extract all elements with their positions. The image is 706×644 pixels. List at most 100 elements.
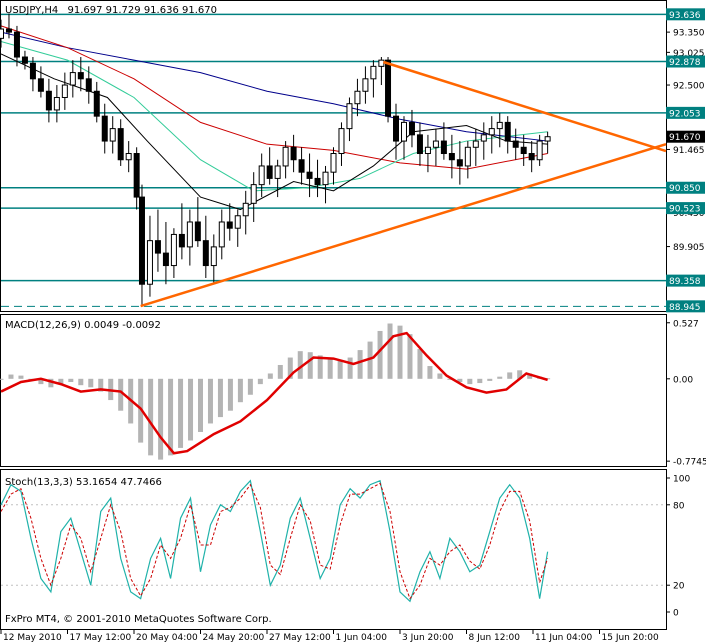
candle-body xyxy=(146,240,153,285)
axis-tick-label: -0.7745 xyxy=(673,458,706,468)
axis-tick-label: 0.00 xyxy=(673,375,693,385)
time-tick-label: 17 May 12:00 xyxy=(70,633,132,643)
level-label: 89.358 xyxy=(669,277,701,287)
candle-body xyxy=(346,103,353,130)
macd-bar xyxy=(377,330,383,379)
macd-bar xyxy=(247,378,253,395)
candle-body xyxy=(37,78,44,92)
candle-body xyxy=(162,252,169,267)
candle-body xyxy=(424,146,431,155)
macd-bar xyxy=(437,373,443,379)
candle-body xyxy=(93,90,100,117)
candle-body xyxy=(5,28,12,33)
candle-body xyxy=(138,196,145,285)
candle-body xyxy=(0,28,4,39)
candle-body xyxy=(85,78,92,92)
candle-body xyxy=(69,72,76,86)
candle-body xyxy=(322,171,329,186)
macd-bar xyxy=(347,357,353,379)
candle-body xyxy=(194,221,201,242)
candle-body xyxy=(101,115,108,142)
macd-bar xyxy=(68,378,74,382)
macd-bar xyxy=(0,378,4,380)
axis-tick-label: 100 xyxy=(673,475,690,485)
candle-body xyxy=(354,90,361,105)
time-tick-label: 27 May 12:00 xyxy=(269,633,331,643)
macd-title: MACD(12,26,9) 0.0049 -0.0092 xyxy=(5,320,161,331)
candle-body xyxy=(472,140,479,148)
macd-bar xyxy=(387,323,393,379)
candle-body xyxy=(234,215,241,229)
candle-body xyxy=(456,159,463,167)
level-label: 92.878 xyxy=(669,58,701,68)
axis-tick-label: 20 xyxy=(673,582,685,592)
time-tick-label: 15 Jun 20:00 xyxy=(602,633,659,643)
candle-body xyxy=(154,240,161,254)
time-tick-label: 20 May 04:00 xyxy=(136,633,198,643)
candle-body xyxy=(133,153,140,198)
time-tick-label: 1 Jun 04:00 xyxy=(336,633,388,643)
footer-copyright: FxPro MT4, © 2001-2010 MetaQuotes Softwa… xyxy=(5,614,272,625)
candle-body xyxy=(536,140,543,161)
candle-body xyxy=(298,159,305,173)
candle-body xyxy=(258,165,265,186)
candle-body xyxy=(77,72,84,80)
macd-bar xyxy=(88,378,94,388)
time-tick-label: 12 May 2010 xyxy=(3,633,62,643)
macd-bar xyxy=(188,378,194,441)
axis-tick-label: 80 xyxy=(673,501,685,511)
macd-bar xyxy=(307,352,313,379)
candle-body xyxy=(109,128,116,142)
time-tick-label: 11 Jun 04:00 xyxy=(535,633,592,643)
candle-body xyxy=(218,221,225,248)
candle-body xyxy=(400,121,407,142)
macd-bar xyxy=(497,376,503,379)
macd-bar xyxy=(237,378,243,403)
candle-body xyxy=(242,202,249,217)
candle-body xyxy=(378,59,385,67)
level-label: 93.636 xyxy=(669,11,701,21)
price-title: USDJPY,H4 91.697 91.729 91.636 91.670 xyxy=(5,5,217,16)
candle-body xyxy=(210,246,217,267)
candle-body xyxy=(488,128,495,136)
candle-body xyxy=(520,146,527,155)
candle-body xyxy=(306,171,313,179)
candle-body xyxy=(202,240,209,267)
candle-body xyxy=(274,165,281,179)
macd-bar xyxy=(357,350,363,379)
macd-bar xyxy=(487,378,493,381)
candle-body xyxy=(186,221,193,248)
macd-bar xyxy=(327,358,333,379)
candle-body xyxy=(170,233,177,267)
candle-body xyxy=(432,140,439,148)
macd-bar xyxy=(337,360,343,379)
stoch-title: Stoch(13,3,3) 53.1654 47.7466 xyxy=(5,477,162,488)
candle-body xyxy=(370,65,377,80)
axis-tick-label: 0 xyxy=(673,609,679,619)
candle-body xyxy=(544,136,551,142)
candle-body xyxy=(266,165,273,179)
macd-bar xyxy=(78,378,84,386)
macd-bar xyxy=(227,378,233,411)
candle-body xyxy=(117,128,124,161)
level-label: 90.850 xyxy=(669,184,701,194)
macd-bar xyxy=(467,378,473,385)
candle-body xyxy=(512,140,519,148)
axis-tick-label: 89.905 xyxy=(673,243,705,253)
candle-body xyxy=(178,233,185,248)
macd-bar xyxy=(417,349,423,379)
candle-body xyxy=(314,177,321,186)
candle-body xyxy=(385,59,392,117)
time-tick-label: 3 Jun 20:00 xyxy=(402,633,454,643)
candle-body xyxy=(290,146,297,161)
metatrader-chart: 93.35093.02592.50091.46590.45089.90591.6… xyxy=(0,0,706,644)
macd-bar xyxy=(118,378,124,411)
axis-tick-label: 93.350 xyxy=(673,29,705,39)
candle-body xyxy=(282,146,289,167)
macd-bar xyxy=(277,364,283,379)
axis-tick-label: 91.465 xyxy=(673,146,705,156)
candle-body xyxy=(504,121,511,142)
candle-body xyxy=(45,90,52,111)
candle-body xyxy=(125,153,132,161)
axis-tick-label: 92.500 xyxy=(673,82,705,92)
